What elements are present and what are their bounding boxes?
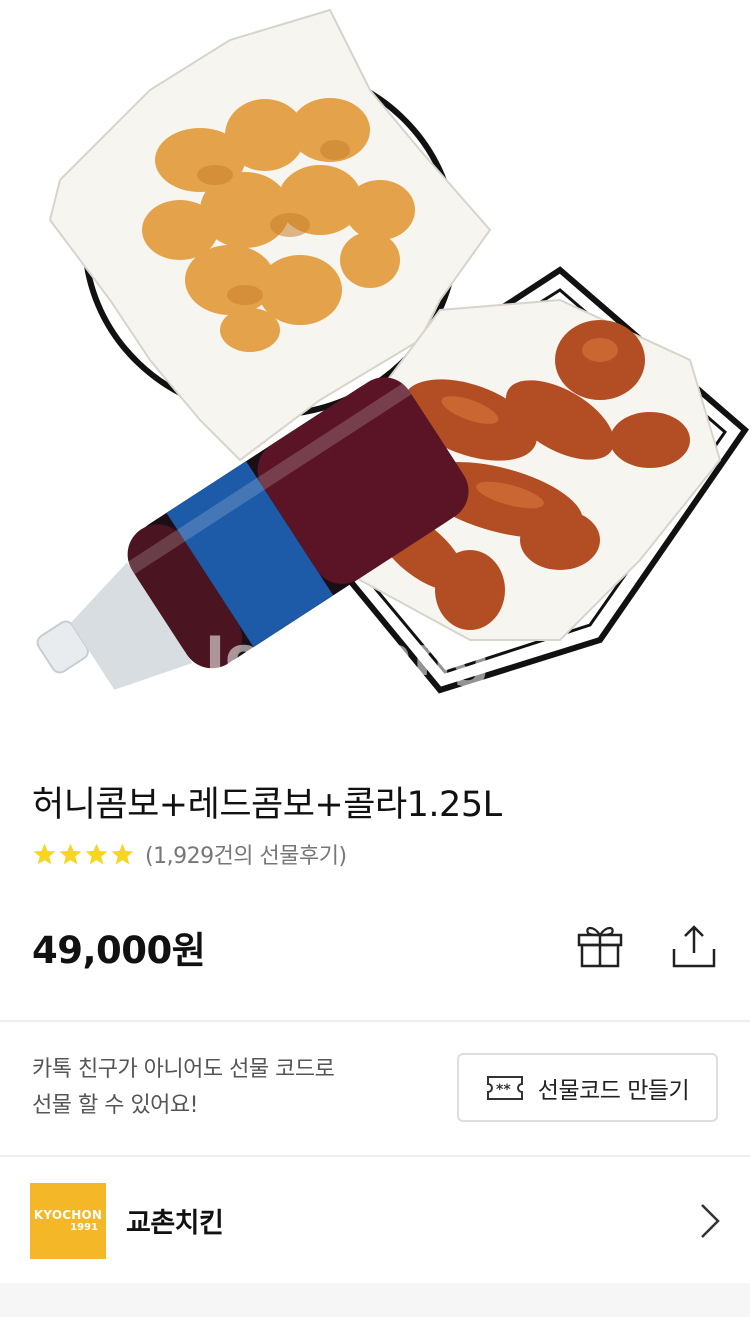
brand-row[interactable]: KYOCHON 1991 교촌치킨 <box>0 1157 750 1283</box>
product-photo: Joongang <box>36 8 749 694</box>
product-title: 허니콤보+레드콤보+콜라1.25L <box>32 785 502 825</box>
product-price: 49,000원 <box>32 929 206 972</box>
chevron-right-icon <box>701 1204 720 1238</box>
gift-code-description: 카톡 친구가 아니어도 선물 코드로 선물 할 수 있어요! <box>32 1052 412 1124</box>
star-icon <box>59 843 82 864</box>
watermark-text: Joongang <box>201 625 490 688</box>
gift-icon <box>577 926 623 968</box>
ticket-icon: ** <box>486 1075 524 1101</box>
product-image: Joongang <box>0 0 750 738</box>
brand-logo-year: 1991 <box>70 1222 98 1233</box>
divider <box>0 1020 750 1022</box>
rating-row[interactable]: (1,929건의 선물후기) <box>32 838 347 870</box>
brand-name: 교촌치킨 <box>126 1208 224 1239</box>
review-count[interactable]: (1,929건의 선물후기) <box>145 838 347 870</box>
share-icon <box>672 925 716 968</box>
svg-text:**: ** <box>496 1082 511 1098</box>
gift-code-description-line1: 카톡 친구가 아니어도 선물 코드로 <box>32 1057 335 1082</box>
create-gift-code-button[interactable]: ** 선물코드 만들기 <box>457 1053 718 1122</box>
star-icon <box>85 843 108 864</box>
gift-code-description-line2: 선물 할 수 있어요! <box>32 1093 198 1118</box>
gift-button[interactable] <box>572 918 628 974</box>
star-icon <box>33 843 56 864</box>
create-gift-code-label: 선물코드 만들기 <box>537 1077 690 1104</box>
brand-logo: KYOCHON 1991 <box>30 1183 106 1259</box>
star-icon <box>111 843 134 864</box>
share-button[interactable] <box>666 918 722 974</box>
rating-stars <box>32 842 135 867</box>
bottom-spacer <box>0 1283 750 1317</box>
brand-logo-text: KYOCHON <box>33 1208 103 1222</box>
